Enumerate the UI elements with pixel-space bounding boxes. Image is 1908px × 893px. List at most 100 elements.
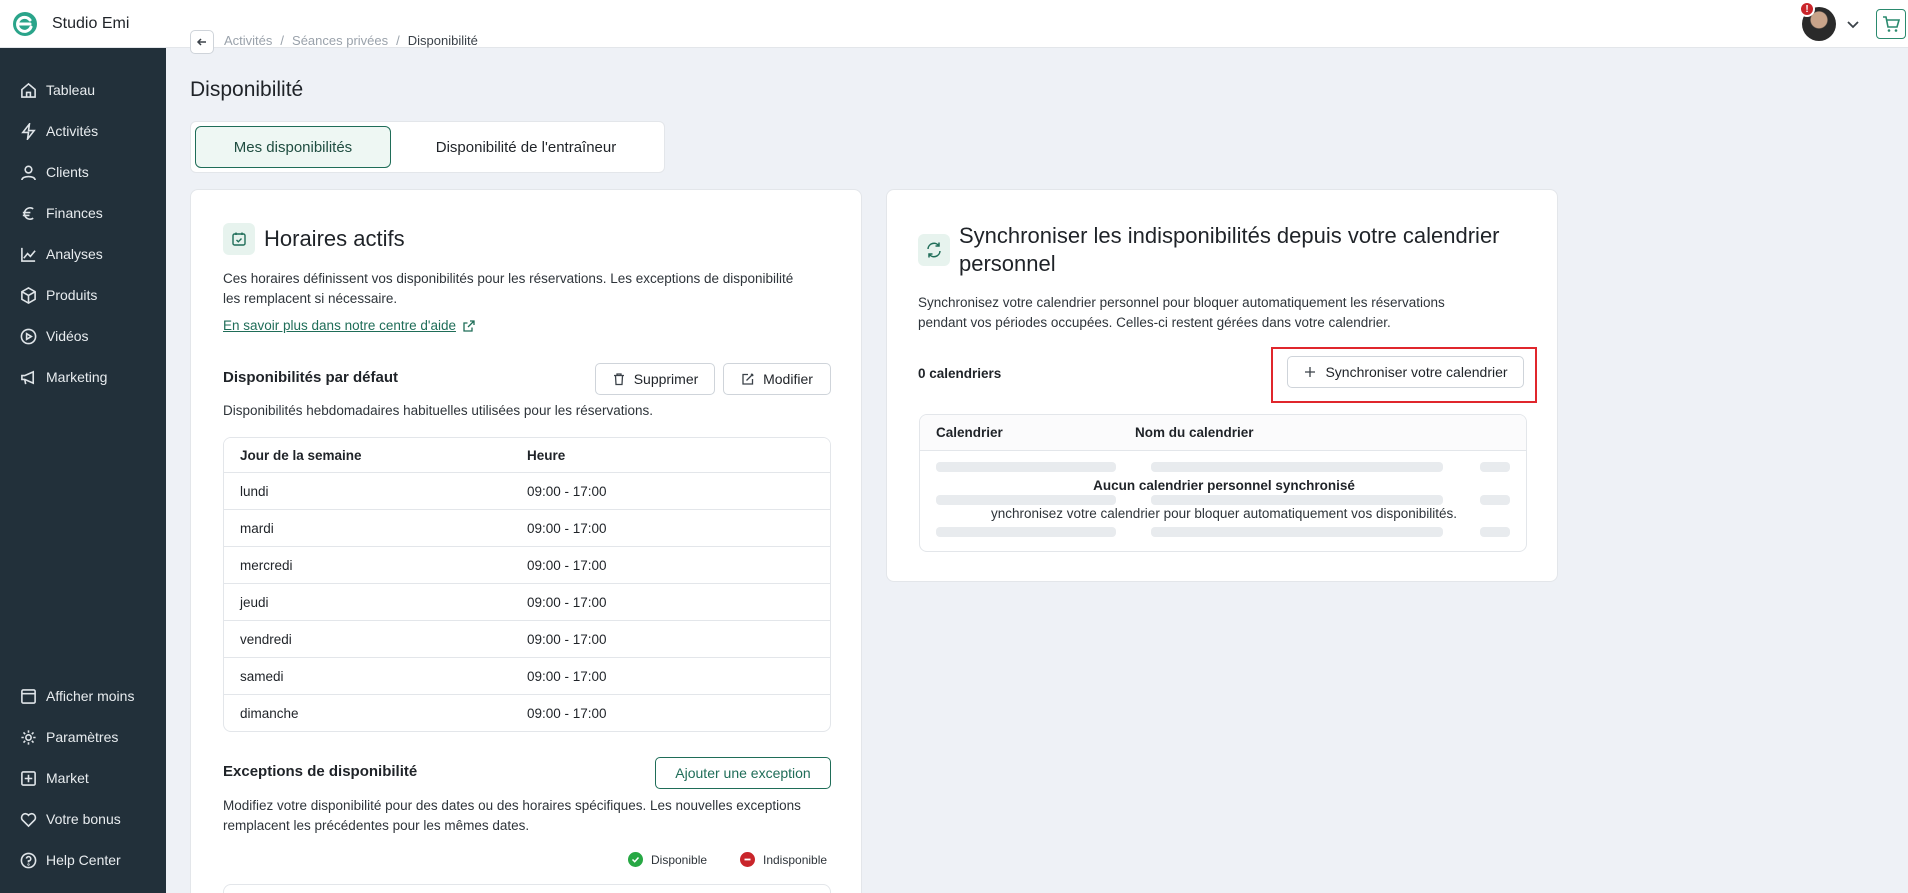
sidebar-item-marketing[interactable]: Marketing: [20, 365, 107, 389]
skeleton-bar: [1480, 495, 1510, 505]
column-header-calendar-name: Nom du calendrier: [1135, 425, 1254, 440]
add-exception-button[interactable]: Ajouter une exception: [655, 757, 831, 789]
time-cell: 09:00 - 17:00: [527, 557, 607, 573]
day-cell: mercredi: [240, 557, 293, 573]
notification-badge: !: [1799, 1, 1815, 17]
sidebar-item-market[interactable]: Market: [20, 766, 89, 790]
skeleton-bar: [1480, 527, 1510, 537]
user-menu[interactable]: !: [1799, 1, 1836, 41]
sidebar-item-bonus[interactable]: Votre bonus: [20, 807, 121, 831]
sidebar-item-parametres[interactable]: Paramètres: [20, 725, 118, 749]
sidebar-item-produits[interactable]: Produits: [20, 283, 97, 307]
sidebar-item-label: Marketing: [46, 369, 108, 385]
sidebar-item-clients[interactable]: Clients: [20, 160, 89, 184]
edit-icon: [742, 373, 754, 385]
user-icon: [21, 165, 36, 180]
default-availability-title: Disponibilités par défaut: [223, 369, 399, 386]
plus-square-icon: [21, 770, 36, 786]
active-schedules-card: Horaires actifs Ces horaires définissent…: [190, 189, 862, 893]
help-center-link[interactable]: En savoir plus dans notre centre d'aide: [223, 318, 476, 333]
highlight-box: [1271, 347, 1537, 403]
calendar-check-icon: [232, 232, 246, 246]
legend-unavailable-label: Indisponible: [763, 852, 828, 867]
sidebar-item-label: Market: [46, 770, 89, 786]
breadcrumb-item-activites[interactable]: Activités: [224, 33, 272, 48]
sync-icon: [927, 242, 941, 258]
sidebar-item-label: Votre bonus: [46, 811, 121, 827]
table-row: lundi 09:00 - 17:00: [224, 472, 830, 509]
skeleton-bar: [1480, 462, 1510, 472]
sidebar-item-finances[interactable]: Finances: [20, 201, 103, 225]
back-button[interactable]: [190, 30, 214, 54]
breadcrumb-current: Disponibilité: [407, 32, 478, 48]
sidebar-item-videos[interactable]: Vidéos: [20, 324, 89, 348]
app-title: Studio Emi: [52, 14, 130, 32]
chevron-down-icon[interactable]: [1844, 15, 1862, 33]
cart-icon: [1883, 16, 1901, 32]
trash-icon: [613, 373, 624, 386]
table-row: vendredi 09:00 - 17:00: [224, 620, 830, 657]
day-cell: samedi: [240, 668, 284, 684]
breadcrumb: Activités / Séances privées / Disponibil…: [190, 30, 478, 54]
tab-bar: Mes disponibilités Disponibilité de l'en…: [190, 121, 665, 173]
arrow-left-icon: [196, 38, 206, 46]
column-header-day: Jour de la semaine: [240, 447, 362, 463]
heart-icon: [20, 812, 37, 827]
calendar-check-icon-tile: [223, 223, 255, 255]
delete-button[interactable]: Supprimer: [595, 363, 715, 395]
tab-disponibilite-entraineur[interactable]: Disponibilité de l'entraîneur: [401, 126, 651, 168]
minus-circle-icon: [740, 852, 755, 867]
table-header-row: Calendrier Nom du calendrier: [920, 415, 1526, 451]
breadcrumb-separator: /: [280, 32, 285, 48]
time-cell: 09:00 - 17:00: [527, 594, 607, 610]
card-title: Horaires actifs: [264, 226, 405, 251]
sidebar-item-label: Finances: [46, 205, 103, 221]
table-row: samedi 09:00 - 17:00: [224, 657, 830, 694]
day-cell: dimanche: [240, 705, 299, 721]
skeleton-bar: [1151, 527, 1443, 537]
sidebar: Tableau Activités Clients Finances Analy…: [0, 48, 166, 893]
time-cell: 09:00 - 17:00: [527, 483, 607, 499]
studio-logo-icon[interactable]: [12, 11, 38, 37]
sync-description-line-1: Synchronisez votre calendrier personnel …: [918, 295, 1445, 310]
legend-available: Disponible: [628, 852, 707, 867]
cart-button[interactable]: [1876, 9, 1906, 39]
card-title-line-2: personnel: [959, 251, 1056, 276]
sidebar-item-help-center[interactable]: Help Center: [20, 848, 121, 872]
sidebar-item-label: Help Center: [46, 852, 121, 868]
external-link-icon: [463, 319, 475, 332]
empty-state-title: Aucun calendrier personnel synchronisé: [1093, 478, 1355, 493]
skeleton-bar: [1151, 495, 1443, 505]
exceptions-description-line-1: Modifiez votre disponibilité pour des da…: [223, 798, 801, 813]
table-row: dimanche 09:00 - 17:00: [224, 694, 830, 731]
chart-line-icon: [21, 247, 36, 262]
table-header-row: Jour de la semaine Heure: [224, 438, 830, 472]
time-cell: 09:00 - 17:00: [527, 631, 607, 647]
sidebar-item-activites[interactable]: Activités: [20, 119, 98, 143]
help-icon: [20, 852, 37, 868]
tab-mes-disponibilites[interactable]: Mes disponibilités: [195, 126, 391, 168]
column-header-time: Heure: [527, 447, 566, 463]
card-description-line-1: Ces horaires définissent vos disponibili…: [223, 271, 794, 286]
euro-icon: [22, 206, 34, 220]
default-availability-description: Disponibilités hebdomadaires habituelles…: [223, 403, 653, 418]
exceptions-description-line-2: remplacent les précédentes pour les même…: [223, 818, 530, 833]
edit-button-label: Modifier: [763, 371, 813, 387]
edit-button[interactable]: Modifier: [723, 363, 831, 395]
sync-description-line-2: pendant vos périodes occupées. Celles-ci…: [918, 315, 1391, 330]
sidebar-item-analyses[interactable]: Analyses: [20, 242, 103, 266]
delete-button-label: Supprimer: [633, 371, 699, 387]
sidebar-item-label: Paramètres: [46, 729, 119, 745]
day-cell: mardi: [240, 520, 274, 536]
sidebar-item-afficher-moins[interactable]: Afficher moins: [20, 684, 134, 708]
play-icon: [20, 328, 37, 344]
sidebar-item-label: Activités: [46, 123, 99, 139]
column-header-calendar: Calendrier: [936, 425, 1003, 440]
calendars-table: Calendrier Nom du calendrier Aucun calen…: [919, 414, 1527, 552]
weekly-schedule-table: Jour de la semaine Heure lundi 09:00 - 17…: [223, 437, 831, 732]
sidebar-item-tableau[interactable]: Tableau: [20, 78, 95, 102]
breadcrumb-item-seances[interactable]: Séances privées: [292, 33, 388, 48]
check-circle-icon: [628, 852, 643, 867]
collapse-icon: [21, 688, 36, 704]
sidebar-item-label: Tableau: [46, 82, 96, 98]
